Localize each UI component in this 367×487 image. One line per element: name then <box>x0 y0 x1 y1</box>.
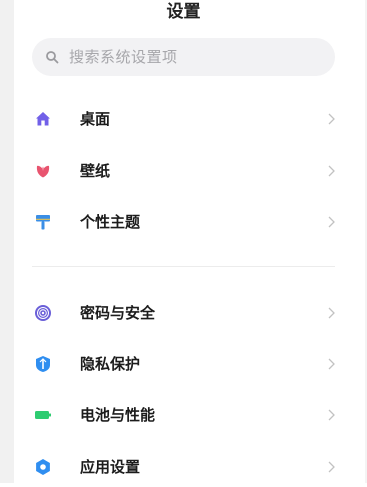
settings-item-label: 电池与性能 <box>80 406 156 424</box>
settings-item-app-settings[interactable]: 应用设置 <box>14 447 365 487</box>
settings-item-label: 桌面 <box>80 110 111 128</box>
search-input[interactable]: 搜索系统设置项 <box>32 38 335 76</box>
chevron-right-icon <box>328 307 335 319</box>
search-icon <box>46 51 59 64</box>
gear-icon <box>36 459 50 475</box>
paint-roller-icon <box>36 215 50 230</box>
settings-item-label: 应用设置 <box>80 458 141 476</box>
chevron-right-icon <box>328 358 335 370</box>
settings-item-wallpaper[interactable]: 壁纸 <box>14 151 365 191</box>
settings-item-theme[interactable]: 个性主题 <box>14 202 365 242</box>
fingerprint-icon <box>35 305 51 321</box>
battery-icon <box>35 411 51 419</box>
shield-icon <box>36 356 50 372</box>
settings-item-label: 密码与安全 <box>80 304 156 322</box>
settings-item-desktop[interactable]: 桌面 <box>14 99 365 139</box>
chevron-right-icon <box>328 113 335 125</box>
settings-item-label: 个性主题 <box>80 213 141 231</box>
chevron-right-icon <box>328 216 335 228</box>
chevron-right-icon <box>328 461 335 473</box>
settings-item-password-security[interactable]: 密码与安全 <box>14 293 365 333</box>
tulip-icon <box>36 165 50 178</box>
settings-item-privacy[interactable]: 隐私保护 <box>14 344 365 384</box>
settings-item-label: 壁纸 <box>80 162 111 180</box>
chevron-right-icon <box>328 165 335 177</box>
page-title: 设置 <box>166 2 201 22</box>
settings-item-label: 隐私保护 <box>80 355 141 373</box>
window-left-edge <box>0 0 14 483</box>
search-placeholder: 搜索系统设置项 <box>69 48 178 66</box>
settings-item-battery-performance[interactable]: 电池与性能 <box>14 395 365 435</box>
section-divider <box>32 266 335 267</box>
home-icon <box>36 112 50 126</box>
chevron-right-icon <box>328 409 335 421</box>
